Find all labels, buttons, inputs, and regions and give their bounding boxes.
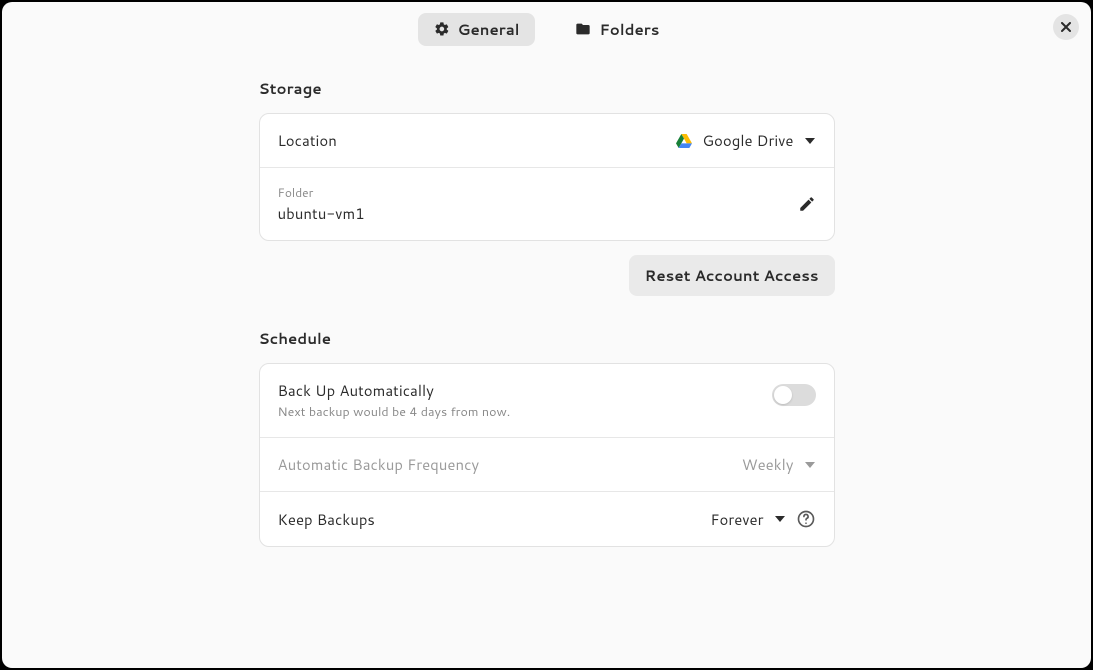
content-area: Storage Location Google Drive Folder: [259, 78, 835, 547]
reset-account-access-button[interactable]: Reset Account Access: [629, 255, 835, 296]
storage-folder-row[interactable]: Folder ubuntu-vm1: [260, 168, 834, 240]
backup-automatically-toggle[interactable]: [772, 384, 816, 406]
backup-frequency-label: Automatic Backup Frequency: [278, 454, 480, 475]
header-bar: General Folders: [2, 2, 1091, 50]
pencil-icon[interactable]: [798, 195, 816, 213]
storage-folder-small-label: Folder: [278, 184, 365, 201]
keep-backups-value: Forever: [710, 509, 763, 530]
storage-location-row[interactable]: Location Google Drive: [260, 114, 834, 168]
backup-automatically-row: Back Up Automatically Next backup would …: [260, 364, 834, 438]
tab-general-label: General: [458, 19, 520, 40]
tab-folders[interactable]: Folders: [559, 13, 675, 46]
storage-location-value: Google Drive: [702, 130, 793, 151]
preferences-window: General Folders Storage Location: [2, 2, 1091, 668]
schedule-card: Back Up Automatically Next backup would …: [259, 363, 835, 547]
schedule-section-title: Schedule: [259, 328, 835, 349]
close-icon: [1061, 22, 1071, 32]
reset-button-label: Reset Account Access: [645, 265, 819, 286]
chevron-down-icon: [804, 135, 816, 147]
storage-card: Location Google Drive Folder ubuntu-vm1: [259, 113, 835, 241]
folder-icon: [575, 21, 591, 37]
google-drive-icon: [676, 134, 692, 148]
backup-frequency-value: Weekly: [742, 454, 794, 475]
chevron-down-icon: [804, 459, 816, 471]
storage-section-title: Storage: [259, 78, 835, 99]
keep-backups-row[interactable]: Keep Backups Forever: [260, 492, 834, 546]
help-icon[interactable]: [796, 509, 816, 529]
storage-folder-value: ubuntu-vm1: [278, 203, 365, 224]
close-button[interactable]: [1053, 14, 1079, 40]
tab-bar: General Folders: [418, 13, 676, 46]
backup-automatically-sub: Next backup would be 4 days from now.: [278, 403, 511, 421]
storage-location-label: Location: [278, 130, 337, 151]
chevron-down-icon: [774, 513, 786, 525]
backup-frequency-row[interactable]: Automatic Backup Frequency Weekly: [260, 438, 834, 492]
tab-general[interactable]: General: [418, 13, 536, 46]
toggle-knob: [774, 386, 792, 404]
keep-backups-label: Keep Backups: [278, 509, 375, 530]
gear-icon: [434, 21, 450, 37]
tab-folders-label: Folders: [599, 19, 659, 40]
backup-automatically-label: Back Up Automatically: [278, 380, 511, 401]
